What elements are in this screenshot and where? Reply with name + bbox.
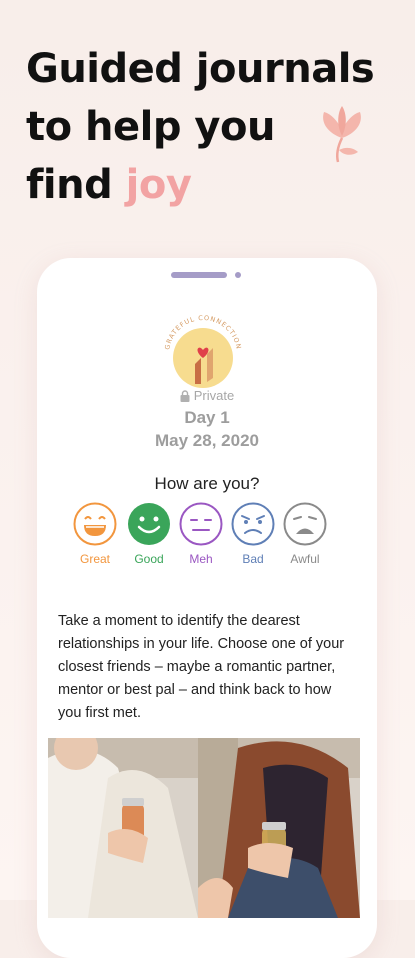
mood-option-bad[interactable]: Bad <box>229 502 277 566</box>
headline-line-1: Guided journals <box>26 46 375 92</box>
privacy-label: Private <box>37 388 377 403</box>
status-dot <box>235 272 241 278</box>
mood-option-good[interactable]: Good <box>125 502 173 566</box>
mood-label-great: Great <box>79 552 110 566</box>
headline-accent-joy: joy <box>125 162 192 208</box>
mood-label-bad: Bad <box>242 552 264 566</box>
headline-line-3: find joy <box>26 156 396 214</box>
friends-photo <box>48 738 360 918</box>
status-pill <box>171 272 227 278</box>
great-face-icon <box>73 502 117 546</box>
mood-question: How are you? <box>154 474 260 493</box>
meh-face-icon <box>179 502 223 546</box>
mood-selector: Great Good Meh Bad Awful <box>71 502 367 572</box>
awful-face-icon <box>283 502 327 546</box>
headline-word-find: find <box>26 162 113 208</box>
phone-screen: GRATEFUL CONNECTION Private Day 1 May 28… <box>37 258 377 958</box>
lock-icon <box>180 390 190 402</box>
good-face-icon <box>128 503 170 545</box>
flower-icon <box>323 106 361 163</box>
bad-face-icon <box>231 502 275 546</box>
mood-option-meh[interactable]: Meh <box>177 502 225 566</box>
day-label: Day 1 <box>184 408 230 427</box>
mood-option-great[interactable]: Great <box>71 502 119 566</box>
mood-label-awful: Awful <box>290 552 320 566</box>
privacy-text: Private <box>193 388 235 403</box>
mood-label-meh: Meh <box>189 552 213 566</box>
mood-option-awful[interactable]: Awful <box>281 502 329 566</box>
mood-label-good: Good <box>134 552 164 566</box>
journal-prompt: Take a moment to identify the dearest re… <box>58 613 345 721</box>
date-label: May 28, 2020 <box>155 431 259 450</box>
